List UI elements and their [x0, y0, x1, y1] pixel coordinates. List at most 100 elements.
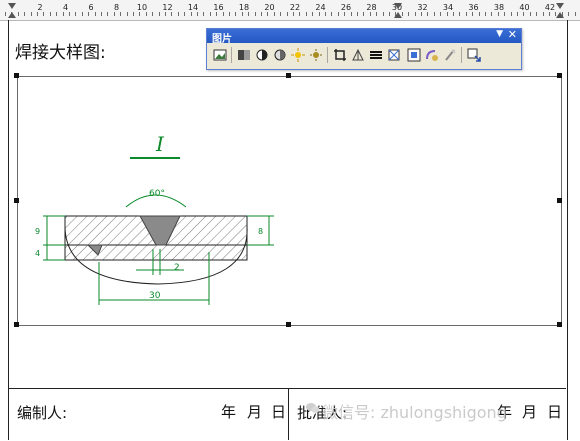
- indent-marker-icon[interactable]: [394, 3, 402, 9]
- resize-handle-middle-left[interactable]: [14, 198, 19, 203]
- ruler-number: 12: [162, 3, 173, 12]
- ruler-number: 20: [264, 3, 275, 12]
- less-contrast-button[interactable]: [271, 46, 289, 64]
- ruler-tick: [197, 12, 198, 16]
- reset-picture-button[interactable]: [465, 46, 483, 64]
- toolbar-separator: [461, 47, 462, 63]
- ruler-tick: [82, 12, 83, 16]
- horizontal-ruler[interactable]: 2 4 6 8 10 12 14 16 18 20 22 24 26 28 30 32 34 36 38 40 42: [0, 0, 580, 21]
- resize-handle-middle-right[interactable]: [557, 198, 562, 203]
- ruler-number: 6: [88, 3, 94, 12]
- ruler-tick: [152, 12, 153, 16]
- ruler-tick: [114, 12, 115, 16]
- resize-handle-bottom-center[interactable]: [286, 322, 291, 327]
- less-brightness-button[interactable]: [307, 46, 325, 64]
- toolbar-separator: [231, 47, 232, 63]
- toolbar-options-icon[interactable]: ▼: [496, 29, 503, 39]
- indent-marker-icon[interactable]: [556, 3, 564, 9]
- ruler-tick: [434, 12, 435, 16]
- ruler-tick: [165, 12, 166, 16]
- indent-marker-icon[interactable]: [8, 12, 16, 18]
- resize-handle-top-center[interactable]: [286, 73, 291, 78]
- ruler-tick: [229, 12, 230, 16]
- ruler-tick: [498, 12, 499, 16]
- more-brightness-button[interactable]: [289, 46, 307, 64]
- ruler-tick: [120, 12, 121, 16]
- text-wrapping-button[interactable]: [405, 46, 423, 64]
- footer-divider: [288, 388, 289, 440]
- weld-drawing: I 60° 9 4 8 2 30: [35, 132, 274, 305]
- ruler-tick: [184, 12, 185, 16]
- rotate-left-button[interactable]: [349, 46, 367, 64]
- indent-marker-icon[interactable]: [556, 12, 564, 18]
- line-style-button[interactable]: [367, 46, 385, 64]
- ruler-tick: [415, 12, 416, 16]
- crop-icon: [334, 49, 346, 61]
- set-transparent-color-button[interactable]: [441, 46, 459, 64]
- indent-marker-icon[interactable]: [8, 3, 16, 9]
- ruler-tick: [261, 12, 262, 16]
- ruler-number: 32: [417, 3, 428, 12]
- format-picture-button[interactable]: [423, 46, 441, 64]
- ruler-tick: [248, 12, 249, 16]
- insert-picture-icon: [213, 49, 227, 61]
- ruler-tick: [402, 12, 403, 16]
- ruler-tick: [133, 12, 134, 16]
- ruler-number: 10: [136, 3, 148, 12]
- ruler-tick: [107, 12, 108, 16]
- picture-toolbar[interactable]: 图片 ▼ ✕: [206, 28, 522, 70]
- ruler-tick: [171, 12, 172, 16]
- resize-handle-bottom-right[interactable]: [557, 322, 562, 327]
- ruler-number: 40: [519, 3, 530, 12]
- ruler-tick: [235, 12, 236, 16]
- reset-picture-icon: [467, 48, 481, 62]
- crop-button[interactable]: [331, 46, 349, 64]
- ruler-tick: [344, 12, 345, 16]
- prepared-by-label: 编制人:: [17, 404, 68, 422]
- compress-pictures-button[interactable]: [385, 46, 403, 64]
- ruler-tick: [331, 12, 332, 16]
- ruler-tick: [69, 12, 70, 16]
- ruler-number: 2: [37, 3, 43, 12]
- ruler-tick: [427, 12, 428, 16]
- section-label: I: [155, 132, 165, 156]
- angle-label: 60°: [149, 189, 165, 199]
- ruler-tick: [543, 12, 544, 16]
- indent-marker-icon[interactable]: [394, 12, 402, 18]
- ruler-tick: [255, 12, 256, 16]
- ruler-tick: [466, 12, 467, 16]
- more-contrast-button[interactable]: [253, 46, 271, 64]
- ruler-tick: [530, 12, 531, 16]
- ruler-tick: [146, 12, 147, 16]
- toolbar-title-bar[interactable]: 图片 ▼ ✕: [207, 28, 521, 45]
- ruler-tick: [37, 12, 38, 16]
- ruler-tick: [242, 12, 243, 16]
- ruler-tick: [178, 12, 179, 16]
- resize-handle-bottom-left[interactable]: [14, 322, 19, 327]
- rotate-left-icon: [352, 48, 364, 61]
- ruler-tick: [191, 12, 192, 16]
- ruler-number: 26: [340, 3, 352, 12]
- ruler-tick: [485, 12, 486, 16]
- resize-handle-top-right[interactable]: [557, 73, 562, 78]
- prepared-date-month: 月: [247, 403, 263, 421]
- text-wrapping-icon: [407, 48, 421, 62]
- width-dim: 30: [149, 291, 161, 301]
- wechat-icon: [306, 403, 320, 413]
- ruler-number: 14: [187, 3, 199, 12]
- ruler-tick: [18, 12, 19, 16]
- insert-picture-button[interactable]: [211, 46, 229, 64]
- ruler-tick: [50, 12, 51, 16]
- ruler-tick: [408, 12, 409, 16]
- resize-handle-top-left[interactable]: [14, 73, 19, 78]
- line-style-icon: [370, 51, 382, 59]
- toolbar-close-icon[interactable]: ✕: [508, 28, 517, 41]
- less-brightness-icon: [310, 49, 322, 61]
- weld-detail-image[interactable]: I 60° 9 4 8 2 30: [17, 76, 562, 326]
- ruler-number: 34: [442, 3, 454, 12]
- ruler-tick: [421, 12, 422, 16]
- ruler-tick: [293, 12, 294, 16]
- ruler-tick: [568, 12, 569, 16]
- ruler-number: 4: [62, 3, 69, 12]
- color-button[interactable]: [235, 46, 253, 64]
